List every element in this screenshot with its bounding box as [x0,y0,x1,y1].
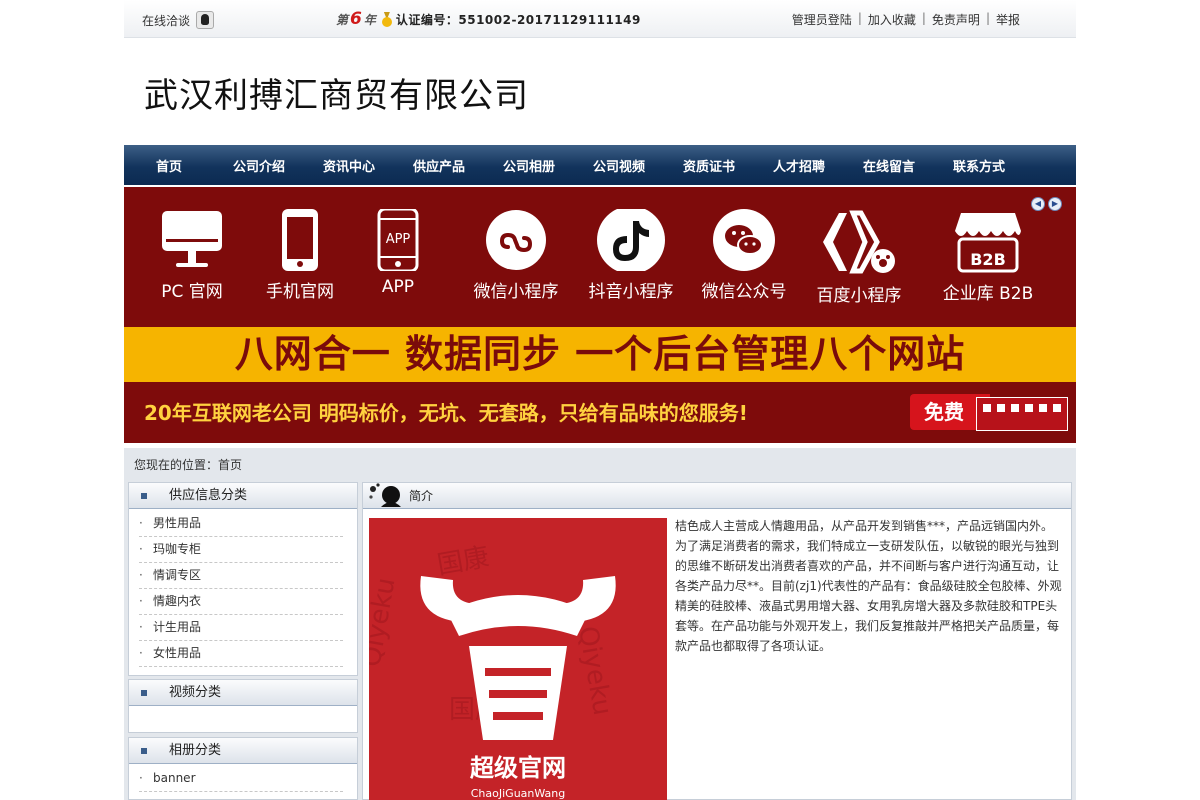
add-favorite-link[interactable]: 加入收藏 [868,11,916,28]
wechat-icon [713,209,775,271]
top-links: 管理员登陆 | 加入收藏 | 免责声明 | 举报 [791,11,1020,28]
top-bar: 在线洽谈 第6年 认证编号：551002-20171129111149 管理员登… [124,0,1076,38]
app-icon: APP [377,209,419,271]
phone-icon [282,209,318,271]
nav-certificates[interactable]: 资质证书 [664,156,754,175]
medal-icon [381,12,392,27]
nav-contact[interactable]: 联系方式 [934,156,1024,175]
promo-banner[interactable]: PC 官网 手机官网 APP APP 微信小程序 抖音小程序 微信公众号 百度小… [124,187,1076,443]
intro-text: 桔色成人主营成人情趣用品，从产品开发到销售***，产品远销国内外。为了满足消费者… [675,519,1062,653]
report-link[interactable]: 举报 [996,11,1020,28]
banner-item-wechat-official: 微信公众号 [684,209,804,302]
banner-item-wechat-mini: 微信小程序 [456,209,576,302]
baidu-icon [823,210,895,274]
main-area: 您现在的位置：首页 供应信息分类 男性用品 玛咖专柜 情调专区 情趣内衣 计生用… [124,448,1076,800]
svg-text:APP: APP [386,232,411,247]
nav-video[interactable]: 公司视频 [574,156,664,175]
banner-item-douyin-mini: 抖音小程序 [571,209,691,302]
banner-arrows: ◀ ▶ [1031,197,1062,211]
category-item[interactable]: 情调专区 [139,563,343,589]
intro-title: 简介 [363,483,1071,509]
store-icon: B2B [955,213,1021,273]
nav-about[interactable]: 公司介绍 [214,156,304,175]
banner-item-pc: PC 官网 [132,209,252,302]
banner-slogan: 20年互联网老公司 明码标价，无坑、无套路，只给有品味的您服务! [144,401,748,425]
svg-text:B2B: B2B [970,250,1006,269]
banner-item-baidu-mini: 百度小程序 [799,209,919,306]
nav-album[interactable]: 公司相册 [484,156,574,175]
admin-login-link[interactable]: 管理员登陆 [792,11,852,28]
intro-panel: 简介 国康 Qiyeku Qiyeku 国康 超级官网 ChaoJiGuanWa… [362,482,1072,800]
tiktok-icon [597,209,665,271]
svg-text:ChaoJiGuanWang: ChaoJiGuanWang [471,787,566,800]
nav-home[interactable]: 首页 [124,156,214,175]
cert-number: 认证编号：551002-20171129111149 [395,12,641,27]
category-item[interactable]: 计生用品 [139,615,343,641]
nav-message[interactable]: 在线留言 [844,156,934,175]
qq-icon[interactable] [196,11,215,29]
nav-products[interactable]: 供应产品 [394,156,484,175]
intro-image: 国康 Qiyeku Qiyeku 国康 超级官网 ChaoJiGuanWang [369,518,667,800]
main-nav: 首页 公司介绍 资讯中心 供应产品 公司相册 公司视频 资质证书 人才招聘 在线… [124,145,1076,185]
nav-news[interactable]: 资讯中心 [304,156,394,175]
album-category-title: 相册分类 [129,738,357,764]
supply-category-title: 供应信息分类 [129,483,357,509]
banner-item-app: APP APP [338,209,458,297]
video-category-title: 视频分类 [129,680,357,706]
qr-strip-icon [976,397,1068,431]
certification-info: 第6年 认证编号：551002-20171129111149 [336,9,641,29]
supply-category-panel: 供应信息分类 男性用品 玛咖专柜 情调专区 情趣内衣 计生用品 女性用品 [128,482,358,676]
banner-item-b2b: B2B 企业库 B2B [930,209,1046,304]
album-category-panel: 相册分类 banner [128,737,358,800]
video-category-panel: 视频分类 [128,679,358,733]
svg-text:超级官网: 超级官网 [470,754,566,782]
breadcrumb: 您现在的位置：首页 [134,458,243,472]
banner-headline: 八网合一 数据同步 一个后台管理八个网站 [124,327,1076,382]
category-item[interactable]: 情趣内衣 [139,589,343,615]
disclaimer-link[interactable]: 免责声明 [932,11,980,28]
online-chat-label[interactable]: 在线洽谈 [142,12,190,29]
album-item[interactable]: banner [139,766,343,792]
monitor-icon [162,211,222,267]
category-item[interactable]: 男性用品 [139,511,343,537]
category-item[interactable]: 女性用品 [139,641,343,667]
ink-splash-icon [369,483,401,507]
category-item[interactable]: 玛咖专柜 [139,537,343,563]
online-chat[interactable]: 在线洽谈 [142,11,215,29]
nav-jobs[interactable]: 人才招聘 [754,156,844,175]
banner-next-button[interactable]: ▶ [1048,197,1062,211]
banner-prev-button[interactable]: ◀ [1031,197,1045,211]
membership-years: 第6年 [336,9,376,29]
mini-program-icon [486,210,546,270]
company-name: 武汉利搏汇商贸有限公司 [144,76,529,116]
